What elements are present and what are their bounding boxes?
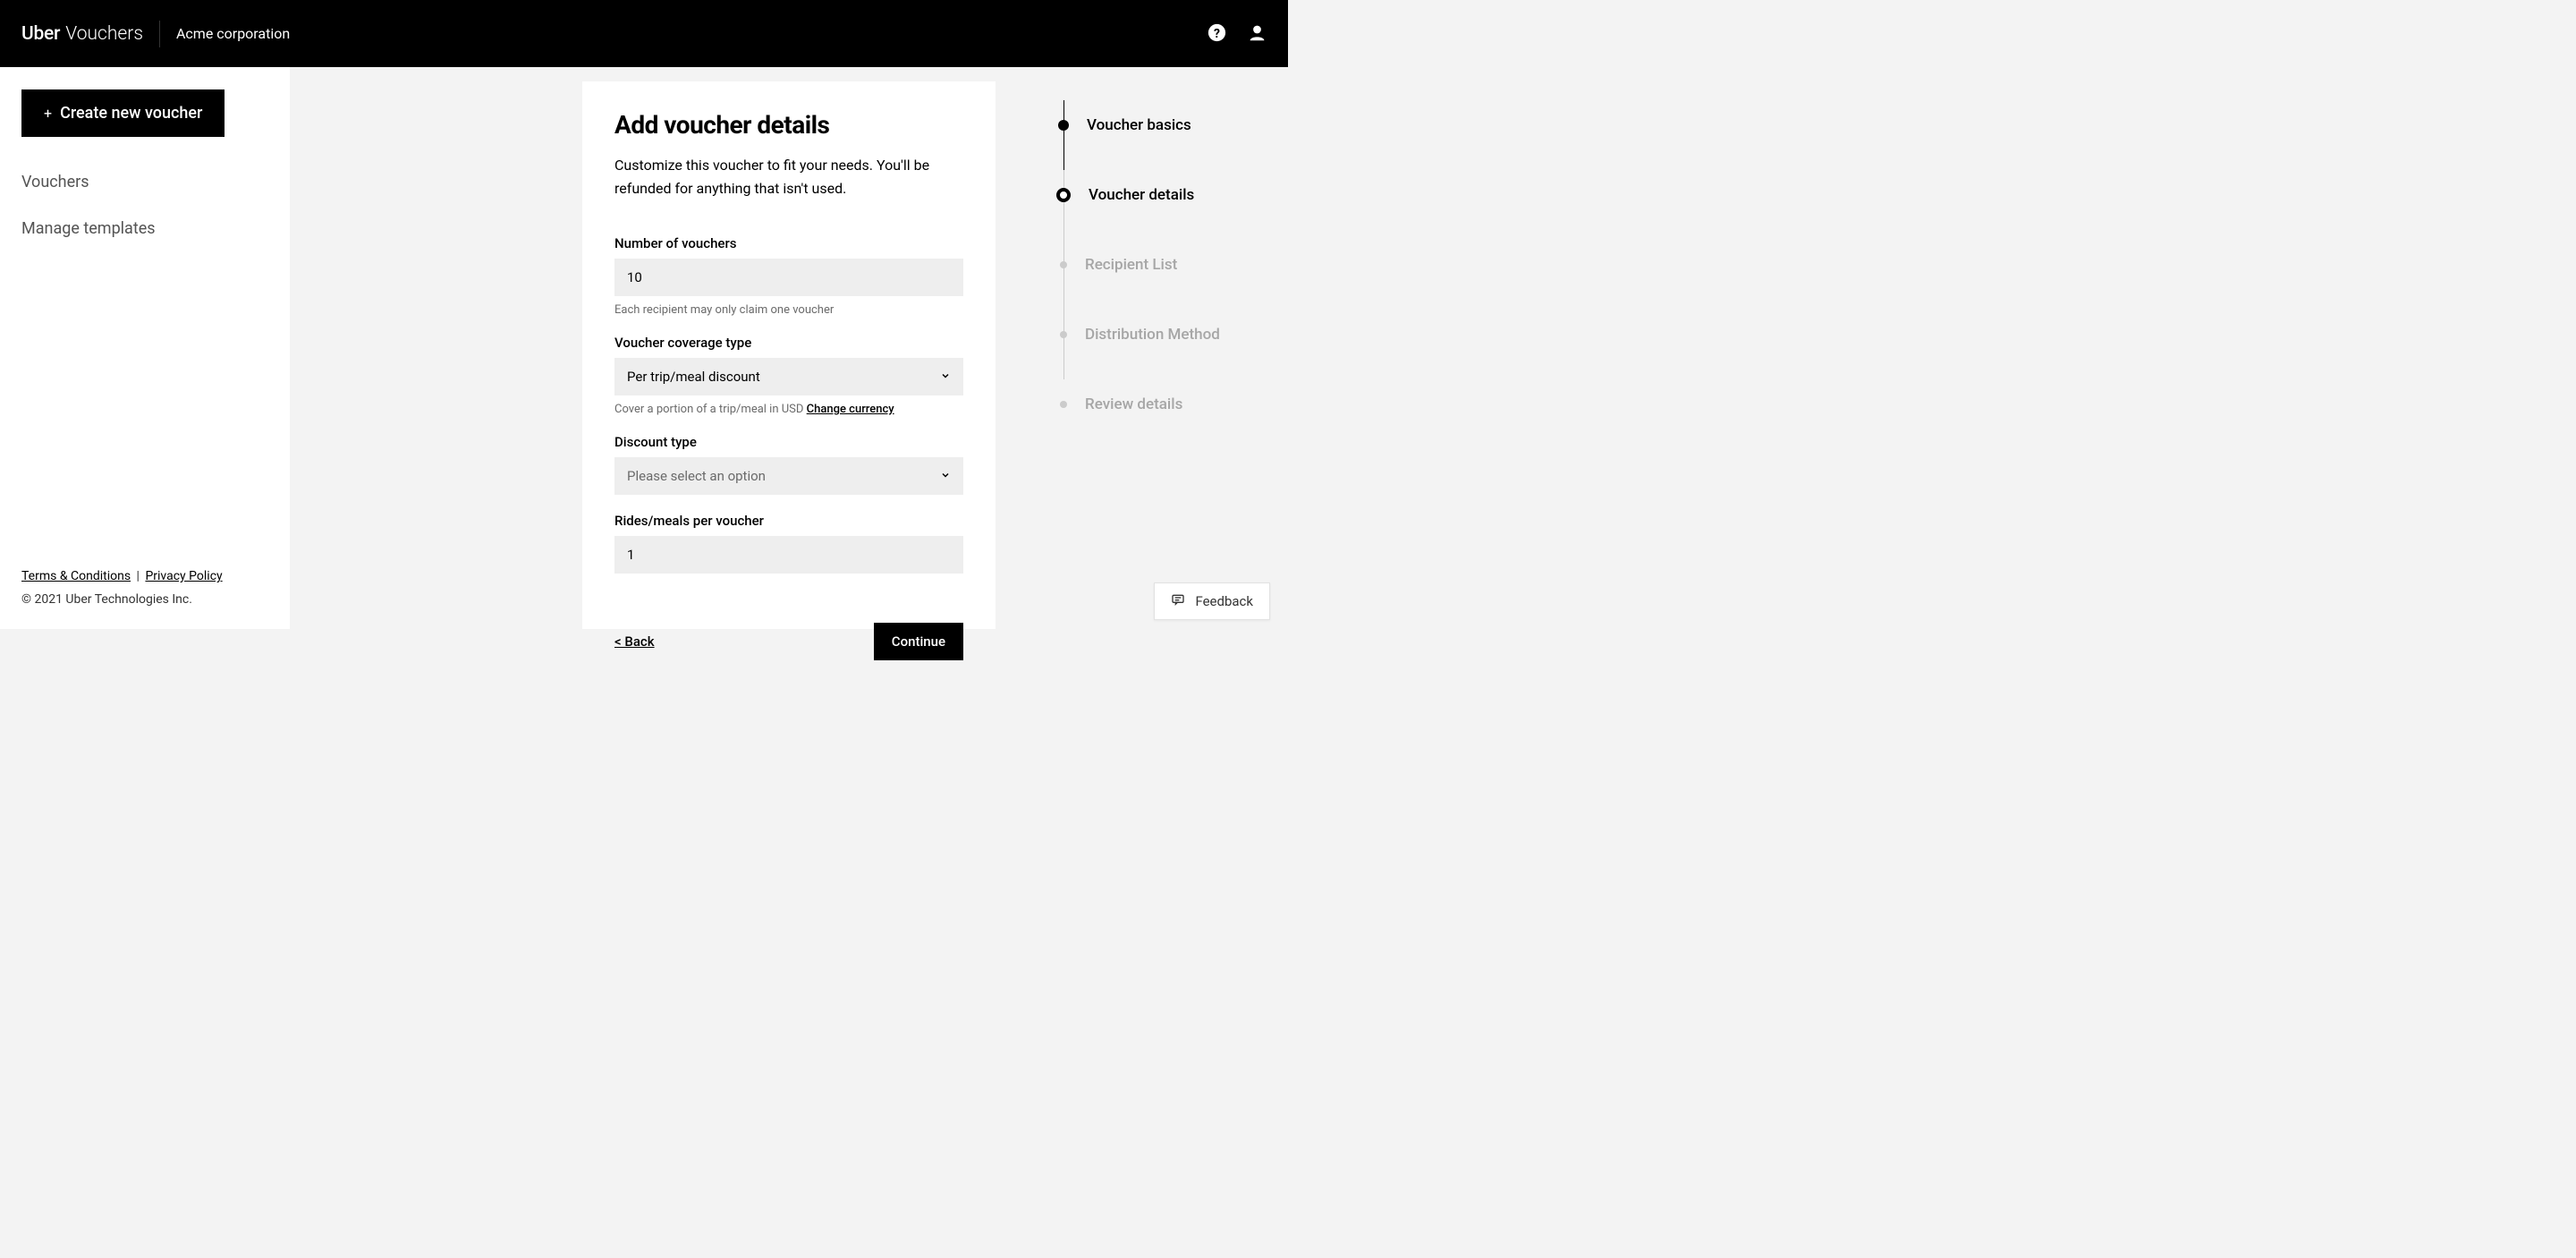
chat-icon bbox=[1171, 592, 1185, 610]
main-content: Add voucher details Customize this vouch… bbox=[290, 67, 1288, 629]
step-connector bbox=[1063, 100, 1065, 170]
change-currency-link[interactable]: Change currency bbox=[807, 403, 894, 416]
step-label: Voucher details bbox=[1089, 186, 1194, 204]
step-connector bbox=[1063, 310, 1065, 379]
logo-product-text: Vouchers bbox=[65, 23, 143, 45]
step-marker-upcoming bbox=[1060, 261, 1067, 268]
sidebar-footer: Terms & Conditions | Privacy Policy © 20… bbox=[21, 569, 268, 607]
step-label: Review details bbox=[1085, 395, 1182, 413]
create-voucher-button[interactable]: + Create new voucher bbox=[21, 89, 225, 137]
help-icon[interactable]: ? bbox=[1208, 23, 1226, 44]
voucher-details-form: Add voucher details Customize this vouch… bbox=[582, 81, 996, 629]
feedback-label: Feedback bbox=[1195, 593, 1253, 609]
sidebar: + Create new voucher Vouchers Manage tem… bbox=[0, 67, 290, 629]
step-review-details[interactable]: Review details bbox=[1058, 370, 1237, 439]
continue-button[interactable]: Continue bbox=[874, 623, 963, 660]
back-button[interactable]: < Back bbox=[614, 633, 655, 650]
discount-type-label: Discount type bbox=[614, 434, 963, 450]
logo-brand-text: Uber bbox=[21, 23, 60, 45]
privacy-link[interactable]: Privacy Policy bbox=[145, 569, 222, 583]
step-marker-completed bbox=[1058, 120, 1069, 131]
profile-icon[interactable] bbox=[1248, 23, 1267, 44]
step-voucher-basics[interactable]: Voucher basics bbox=[1058, 90, 1237, 160]
step-voucher-details[interactable]: Voucher details bbox=[1058, 160, 1237, 230]
page-subtitle: Customize this voucher to fit your needs… bbox=[614, 154, 963, 200]
discount-type-field: Discount type Please select an option bbox=[614, 434, 963, 495]
feedback-button[interactable]: Feedback bbox=[1154, 582, 1270, 620]
step-label: Voucher basics bbox=[1087, 116, 1191, 134]
header-right: ? bbox=[1208, 23, 1267, 44]
form-actions: < Back Continue bbox=[614, 623, 963, 660]
logo[interactable]: Uber Vouchers bbox=[21, 23, 143, 45]
plus-icon: + bbox=[44, 105, 52, 122]
page-title: Add voucher details bbox=[614, 110, 963, 140]
rides-per-voucher-input[interactable] bbox=[614, 536, 963, 574]
step-label: Distribution Method bbox=[1085, 326, 1220, 344]
step-distribution-method[interactable]: Distribution Method bbox=[1058, 300, 1237, 370]
sidebar-nav: Vouchers Manage templates bbox=[21, 173, 268, 238]
step-marker-upcoming bbox=[1060, 401, 1067, 408]
discount-type-select[interactable]: Please select an option bbox=[614, 457, 963, 495]
rides-per-voucher-label: Rides/meals per voucher bbox=[614, 513, 963, 529]
svg-text:?: ? bbox=[1214, 27, 1220, 41]
coverage-hint-prefix: Cover a portion of a trip/meal in USD bbox=[614, 403, 803, 416]
number-of-vouchers-field: Number of vouchers Each recipient may on… bbox=[614, 235, 963, 317]
header-divider bbox=[159, 21, 160, 47]
step-label: Recipient List bbox=[1085, 256, 1177, 274]
stepper: Voucher basics Voucher details Recipient… bbox=[1058, 90, 1237, 439]
coverage-type-value: Per trip/meal discount bbox=[627, 369, 760, 385]
rides-per-voucher-field: Rides/meals per voucher bbox=[614, 513, 963, 574]
coverage-type-select[interactable]: Per trip/meal discount bbox=[614, 358, 963, 395]
sidebar-item-vouchers[interactable]: Vouchers bbox=[21, 173, 268, 191]
sidebar-item-manage-templates[interactable]: Manage templates bbox=[21, 219, 268, 238]
discount-type-placeholder: Please select an option bbox=[627, 468, 766, 484]
organization-name: Acme corporation bbox=[176, 25, 290, 42]
app-header: Uber Vouchers Acme corporation ? bbox=[0, 0, 1288, 67]
chevron-down-icon bbox=[940, 369, 951, 385]
number-of-vouchers-hint: Each recipient may only claim one vouche… bbox=[614, 303, 963, 317]
step-marker-upcoming bbox=[1060, 331, 1067, 338]
coverage-type-label: Voucher coverage type bbox=[614, 335, 963, 351]
create-voucher-label: Create new voucher bbox=[60, 104, 202, 123]
coverage-type-field: Voucher coverage type Per trip/meal disc… bbox=[614, 335, 963, 416]
step-connector bbox=[1063, 170, 1065, 240]
chevron-down-icon bbox=[940, 468, 951, 484]
footer-separator: | bbox=[137, 569, 140, 583]
number-of-vouchers-input[interactable] bbox=[614, 259, 963, 296]
coverage-type-hint: Cover a portion of a trip/meal in USD Ch… bbox=[614, 403, 963, 416]
step-connector bbox=[1063, 240, 1065, 310]
number-of-vouchers-label: Number of vouchers bbox=[614, 235, 963, 251]
header-left: Uber Vouchers Acme corporation bbox=[21, 21, 290, 47]
step-recipient-list[interactable]: Recipient List bbox=[1058, 230, 1237, 300]
terms-link[interactable]: Terms & Conditions bbox=[21, 569, 131, 583]
step-marker-current bbox=[1056, 188, 1071, 202]
copyright-text: © 2021 Uber Technologies Inc. bbox=[21, 592, 268, 607]
